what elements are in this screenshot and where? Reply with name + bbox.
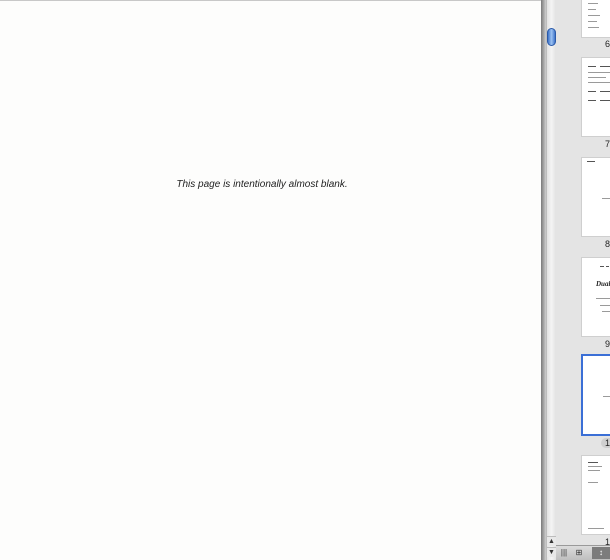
page-text: This page is intentionally almost blank. (176, 179, 348, 190)
page-thumbnail[interactable] (581, 157, 610, 237)
thumbnail-sidebar[interactable]: 6 7 8 Dual 9 1 1 (556, 0, 610, 545)
thumbnail-page-number: 9 (605, 339, 610, 349)
thumbnail-page-number: 1 (601, 438, 610, 448)
grid-view-icon[interactable]: ⊞ (573, 547, 585, 559)
thumbnail-page-number: 8 (605, 239, 610, 249)
thumbnail-title: Dual (596, 280, 610, 288)
page-thumbnail[interactable]: Dual (581, 257, 610, 337)
scroll-thumb[interactable] (547, 28, 556, 46)
document-page-view[interactable]: This page is intentionally almost blank. (0, 0, 541, 560)
page-thumbnail[interactable] (581, 0, 610, 38)
thumbnail-page-number: 6 (605, 39, 610, 49)
sidebar-bottom-toolbar: ||| ⊞ ↕ (556, 545, 610, 560)
thumbnail-page-number: 7 (605, 139, 610, 149)
scroll-up-arrow[interactable]: ▲ (547, 536, 556, 546)
page-thumbnail-selected[interactable] (581, 354, 610, 436)
vertical-scrollbar[interactable]: ▲ ▼ (546, 0, 556, 560)
page-thumbnail[interactable] (581, 57, 610, 137)
sort-icon[interactable]: ↕ (592, 547, 610, 559)
scroll-down-arrow[interactable]: ▼ (547, 547, 556, 557)
page-thumbnail[interactable] (581, 455, 610, 535)
thumbnail-page-number: 1 (605, 537, 610, 545)
columns-view-icon[interactable]: ||| (558, 547, 570, 559)
